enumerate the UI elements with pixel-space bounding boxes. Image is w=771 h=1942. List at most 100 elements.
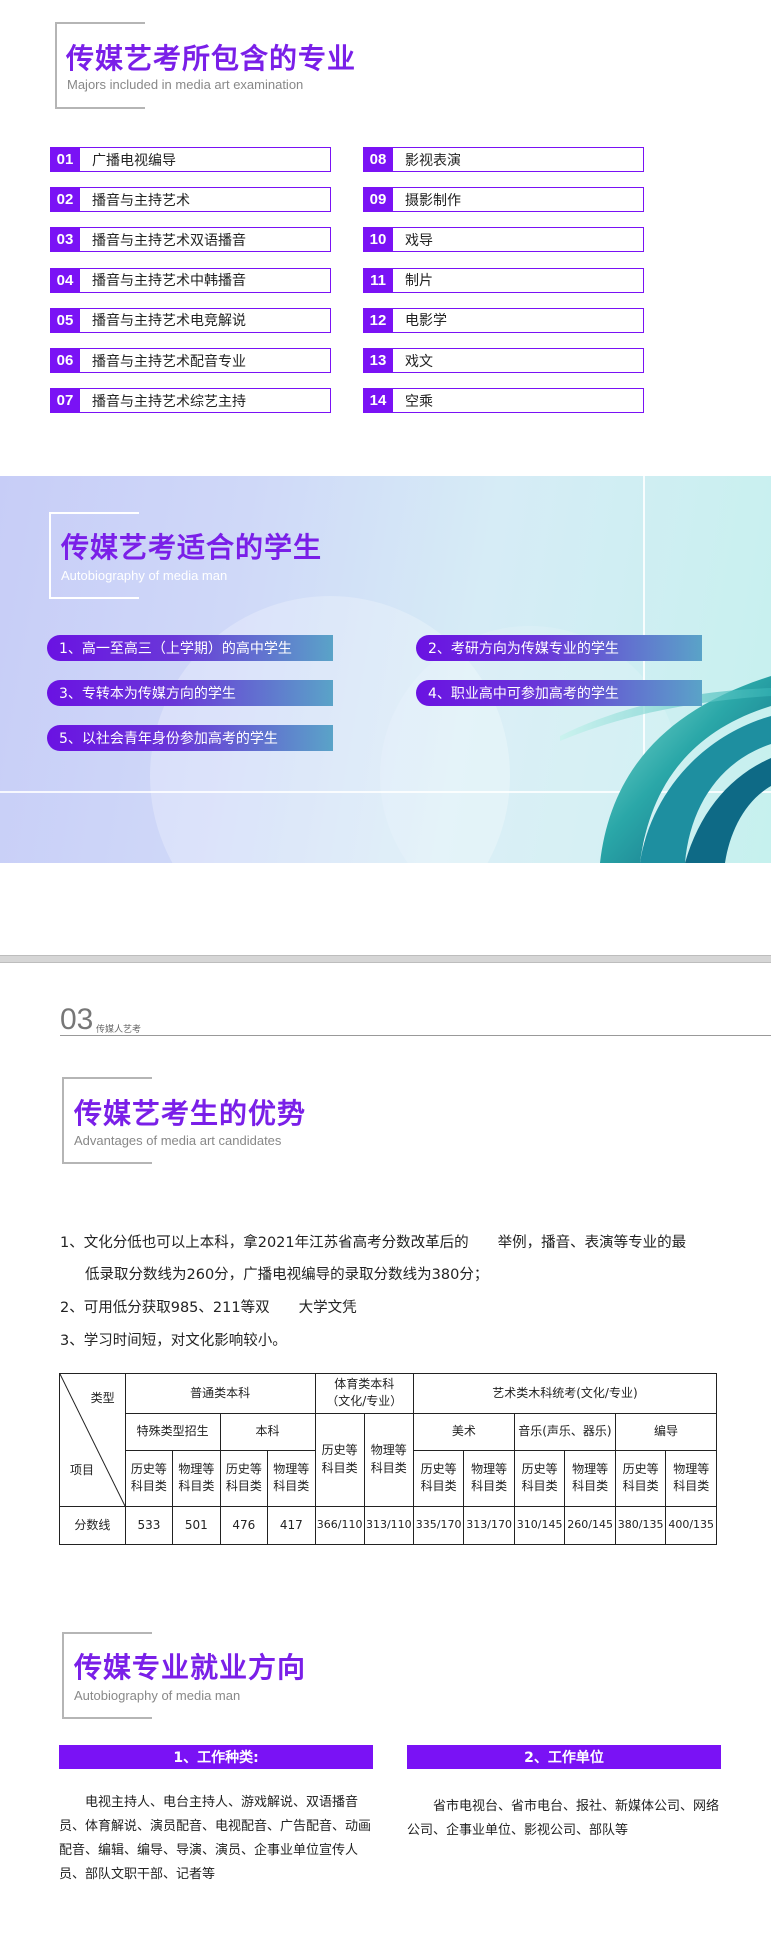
subheader-director: 编导 xyxy=(614,1412,718,1451)
column-header: 物理等科目类 xyxy=(665,1449,717,1507)
col-sports-physics: 物理等科目类 xyxy=(363,1412,414,1507)
major-number: 14 xyxy=(363,388,393,414)
page-header-rule xyxy=(60,1035,771,1036)
column-header: 历史等科目类 xyxy=(614,1449,667,1507)
major-number: 02 xyxy=(50,187,80,213)
major-name: 空乘 xyxy=(393,388,644,414)
table-corner-cell: 类型 项目 xyxy=(59,1373,126,1507)
major-number: 04 xyxy=(50,267,80,293)
score-value: 380/135 xyxy=(614,1505,667,1545)
major-item: 10 戏导 xyxy=(363,227,644,253)
advantage-point-2: 2、可用低分获取985、211等双 大学文凭 xyxy=(60,1300,357,1316)
major-name: 电影学 xyxy=(393,307,644,333)
job-units-text: 省市电视台、省市电台、报社、新媒体公司、网络公司、企事业单位、影视公司、部队等 xyxy=(407,1799,720,1838)
header-sports: 体育类本科（文化/专业） xyxy=(314,1373,414,1414)
page-number: 03 xyxy=(60,1003,94,1036)
major-item: 05 播音与主持艺术电竞解说 xyxy=(50,307,331,333)
column-header: 历史等科目类 xyxy=(412,1449,465,1507)
suitable-item-4: 4、职业高中可参加高考的学生 xyxy=(416,680,702,706)
score-value: 533 xyxy=(124,1505,174,1545)
major-name: 播音与主持艺术双语播音 xyxy=(80,227,331,253)
column-header: 物理等科目类 xyxy=(172,1449,221,1507)
job-types-text: 电视主持人、电台主持人、游戏解说、双语播音员、体育解说、演员配音、电视配音、广告… xyxy=(59,1795,372,1882)
corner-item-label: 项目 xyxy=(70,1463,95,1478)
advantage-point-3: 3、学习时间短，对文化影响较小。 xyxy=(60,1333,287,1349)
header-regular: 普通类本科 xyxy=(124,1373,316,1414)
subheader-special: 特殊类型招生 xyxy=(124,1412,221,1451)
major-number: 06 xyxy=(50,348,80,373)
major-name: 播音与主持艺术中韩播音 xyxy=(80,267,331,293)
page-separator xyxy=(0,955,771,963)
major-number: 12 xyxy=(363,307,393,333)
score-value: 501 xyxy=(172,1505,221,1545)
major-number: 10 xyxy=(363,227,393,253)
section-title: 传媒艺考生的优势 xyxy=(74,1097,307,1130)
major-item: 07 播音与主持艺术综艺主持 xyxy=(50,388,331,414)
major-item: 03 播音与主持艺术双语播音 xyxy=(50,227,331,253)
score-value: 313/170 xyxy=(463,1505,515,1545)
major-item: 02 播音与主持艺术 xyxy=(50,187,331,213)
major-name: 戏文 xyxy=(393,348,644,373)
suitable-item-1: 1、高一至高三（上学期）的高中学生 xyxy=(47,635,333,661)
column-header: 物理等科目类 xyxy=(564,1449,616,1507)
column-header: 历史等科目类 xyxy=(513,1449,566,1507)
major-number: 11 xyxy=(363,267,393,293)
major-item: 08 影视表演 xyxy=(363,147,644,172)
column-header: 物理等科目类 xyxy=(463,1449,515,1507)
major-name: 影视表演 xyxy=(393,147,644,172)
page-label: 传媒人艺考 xyxy=(96,1025,142,1035)
column-header: 历史等科目类 xyxy=(219,1449,269,1507)
major-name: 戏导 xyxy=(393,227,644,253)
major-number: 05 xyxy=(50,307,80,333)
subheader-music: 音乐(声乐、器乐) xyxy=(513,1412,616,1451)
major-name: 制片 xyxy=(393,267,644,293)
major-item: 13 戏文 xyxy=(363,348,644,373)
col-sports-history: 历史等科目类 xyxy=(314,1412,365,1507)
major-name: 广播电视编导 xyxy=(80,147,331,172)
score-value: 417 xyxy=(267,1505,316,1545)
major-item: 12 电影学 xyxy=(363,307,644,333)
suitable-item-2: 2、考研方向为传媒专业的学生 xyxy=(416,635,702,661)
score-value: 400/135 xyxy=(665,1505,717,1545)
score-value: 310/145 xyxy=(513,1505,566,1545)
score-table: 类型 项目 普通类本科 体育类本科（文化/专业） 艺术类木科统考(文化/专业) … xyxy=(59,1373,718,1545)
score-value: 366/110 xyxy=(314,1505,365,1545)
section-subtitle: Autobiography of media man xyxy=(61,568,228,583)
subheader-fine-art: 美术 xyxy=(412,1412,515,1451)
major-item: 14 空乘 xyxy=(363,388,644,414)
advantage-point-1-cont: 低录取分数线为260分，广播电视编导的录取分数线为380分； xyxy=(85,1267,489,1283)
major-name: 播音与主持艺术综艺主持 xyxy=(80,388,331,414)
header-art: 艺术类木科统考(文化/专业) xyxy=(412,1373,718,1414)
major-name: 播音与主持艺术 xyxy=(80,187,331,213)
major-name: 摄影制作 xyxy=(393,187,644,213)
major-number: 01 xyxy=(50,147,80,172)
suitable-students-banner: 传媒艺考适合的学生 Autobiography of media man 1、高… xyxy=(0,476,771,863)
section-title: 传媒专业就业方向 xyxy=(74,1651,307,1684)
section-subtitle: Advantages of media art candidates xyxy=(74,1133,282,1148)
major-name: 播音与主持艺术配音专业 xyxy=(80,348,331,373)
column-header: 物理等科目类 xyxy=(267,1449,316,1507)
major-number: 08 xyxy=(363,147,393,172)
major-item: 11 制片 xyxy=(363,267,644,293)
suitable-item-5: 5、以社会青年身份参加高考的学生 xyxy=(47,725,333,751)
score-value: 313/110 xyxy=(363,1505,414,1545)
section-title: 传媒艺考适合的学生 xyxy=(61,531,323,564)
score-row: 分数线 533 501 476 417 366/110 313/110 335/170 313… xyxy=(59,1505,717,1545)
major-number: 09 xyxy=(363,187,393,213)
major-item: 09 摄影制作 xyxy=(363,187,644,213)
row-label: 分数线 xyxy=(59,1505,126,1545)
section-subtitle: Autobiography of media man xyxy=(74,1688,241,1703)
job-types-header: 1、工作种类: xyxy=(59,1745,373,1769)
section-subtitle: Majors included in media art examination xyxy=(67,77,304,92)
major-item: 01 广播电视编导 xyxy=(50,147,331,172)
corner-type-label: 类型 xyxy=(90,1391,115,1405)
major-number: 13 xyxy=(363,348,393,373)
score-value: 476 xyxy=(219,1505,269,1545)
advantage-point-1: 1、文化分低也可以上本科，拿2021年江苏省高考分数改革后的 举例，播音、表演等… xyxy=(60,1235,687,1251)
job-units-header: 2、工作单位 xyxy=(407,1745,721,1769)
column-header: 历史等科目类 xyxy=(124,1449,174,1507)
suitable-item-3: 3、专转本为传媒方向的学生 xyxy=(47,680,333,706)
subheader-bachelor: 本科 xyxy=(219,1412,316,1451)
major-item: 06 播音与主持艺术配音专业 xyxy=(50,348,331,373)
major-name: 播音与主持艺术电竞解说 xyxy=(80,307,331,333)
